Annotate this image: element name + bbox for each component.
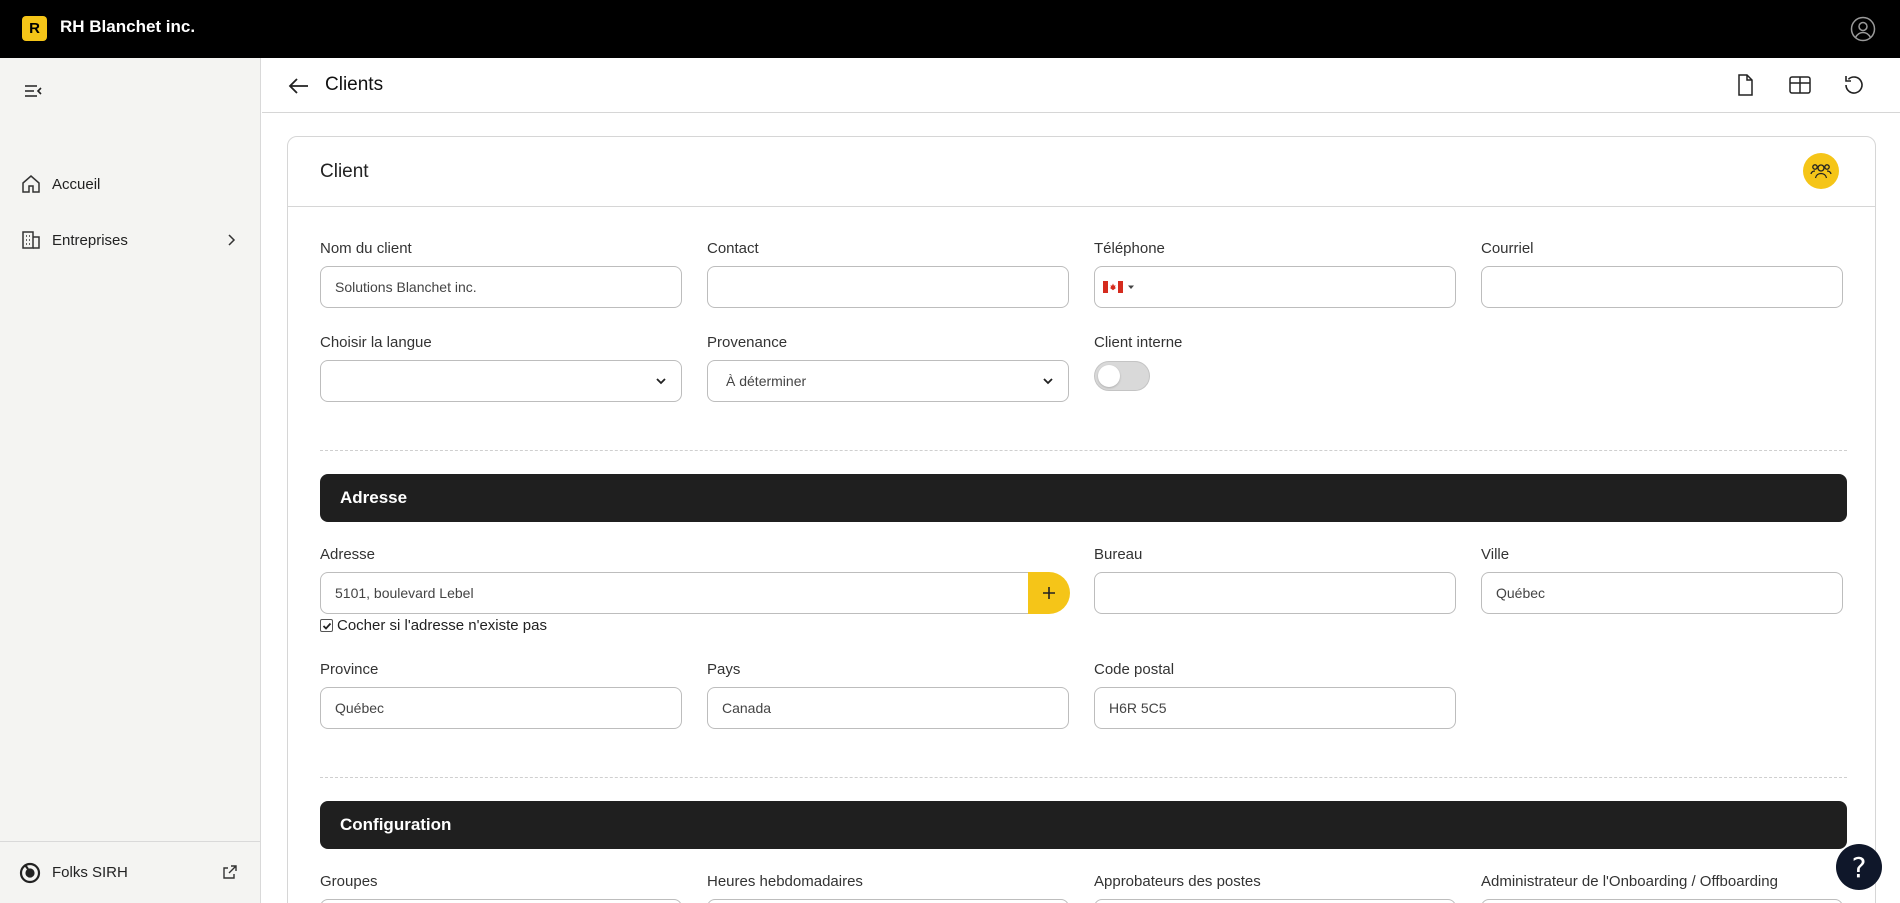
address-input[interactable]: 5101, boulevard Lebel bbox=[320, 572, 1029, 614]
client-card: Client Nom du client Solutions Blanchet … bbox=[287, 136, 1876, 903]
email-input[interactable] bbox=[1481, 266, 1843, 308]
user-account-icon[interactable] bbox=[1850, 16, 1876, 42]
caret-down-icon bbox=[1128, 285, 1134, 289]
city-label: Ville bbox=[1481, 546, 1510, 563]
sidebar-footer[interactable]: Folks SIRH bbox=[0, 841, 260, 903]
users-group-icon bbox=[1810, 164, 1832, 179]
source-select[interactable]: À déterminer bbox=[707, 360, 1069, 402]
no-address-checkbox-label: Cocher si l'adresse n'existe pas bbox=[337, 617, 547, 634]
chevron-right-icon bbox=[228, 234, 236, 246]
no-address-checkbox-row[interactable]: Cocher si l'adresse n'existe pas bbox=[320, 617, 547, 634]
onboarding-admin-input[interactable] bbox=[1481, 899, 1843, 903]
toggle-knob bbox=[1098, 365, 1120, 387]
company-name: RH Blanchet inc. bbox=[60, 17, 196, 36]
top-bar: R RH Blanchet inc. bbox=[0, 0, 1900, 58]
country-flag-selector[interactable] bbox=[1103, 281, 1135, 293]
groups-label: Groupes bbox=[320, 873, 378, 890]
approvers-input[interactable] bbox=[1094, 899, 1456, 903]
internal-client-label: Client interne bbox=[1094, 334, 1183, 351]
chevron-down-icon bbox=[1043, 378, 1053, 385]
configuration-section-header: Configuration bbox=[320, 801, 1847, 849]
province-label: Province bbox=[320, 661, 379, 678]
address-section-header: Adresse bbox=[320, 474, 1847, 522]
configuration-section-title: Configuration bbox=[340, 815, 452, 834]
group-badge bbox=[1803, 153, 1839, 189]
checkmark-icon bbox=[322, 622, 331, 630]
plus-icon bbox=[1043, 587, 1055, 599]
postal-code-label: Code postal bbox=[1094, 661, 1175, 678]
refresh-icon[interactable] bbox=[1841, 72, 1867, 98]
internal-client-toggle[interactable] bbox=[1094, 361, 1150, 391]
onboarding-admin-label: Administrateur de l'Onboarding / Offboar… bbox=[1481, 873, 1778, 890]
source-label: Provenance bbox=[707, 334, 788, 351]
phone-input[interactable] bbox=[1094, 266, 1456, 308]
sidebar-item-accueil[interactable]: Accueil bbox=[0, 164, 260, 204]
page-header: Clients bbox=[262, 58, 1900, 113]
weekly-hours-label: Heures hebdomadaires bbox=[707, 873, 863, 890]
approvers-label: Approbateurs des postes bbox=[1094, 873, 1261, 890]
email-label: Courriel bbox=[1481, 240, 1534, 257]
address-section-title: Adresse bbox=[340, 488, 408, 507]
folks-sirh-link: Folks SIRH bbox=[52, 864, 128, 881]
folks-logo-icon bbox=[19, 862, 41, 884]
language-select[interactable] bbox=[320, 360, 682, 402]
main-content: Client Nom du client Solutions Blanchet … bbox=[262, 114, 1900, 903]
building-icon bbox=[22, 231, 40, 249]
external-link-icon[interactable] bbox=[222, 864, 238, 880]
card-title: Client bbox=[320, 161, 369, 182]
collapse-sidebar-icon[interactable] bbox=[22, 80, 44, 102]
chevron-down-icon bbox=[656, 378, 666, 385]
client-name-input[interactable]: Solutions Blanchet inc. bbox=[320, 266, 682, 308]
no-address-checkbox[interactable] bbox=[320, 619, 333, 632]
address-label: Adresse bbox=[320, 546, 376, 563]
groups-input[interactable] bbox=[320, 899, 682, 903]
postal-code-input[interactable]: H6R 5C5 bbox=[1094, 687, 1456, 729]
sidebar-item-label: Entreprises bbox=[52, 231, 128, 249]
office-input[interactable] bbox=[1094, 572, 1456, 614]
sidebar-item-label: Accueil bbox=[52, 175, 101, 193]
help-button[interactable]: ? bbox=[1836, 844, 1882, 890]
sidebar: Accueil Entreprises Folks SIRH bbox=[0, 58, 261, 903]
city-input[interactable]: Québec bbox=[1481, 572, 1843, 614]
country-input[interactable]: Canada bbox=[707, 687, 1069, 729]
office-label: Bureau bbox=[1094, 546, 1143, 563]
province-input[interactable]: Québec bbox=[320, 687, 682, 729]
back-arrow-icon[interactable] bbox=[286, 73, 312, 99]
weekly-hours-input[interactable] bbox=[707, 899, 1069, 903]
contact-input[interactable] bbox=[707, 266, 1069, 308]
company-logo: R bbox=[22, 16, 47, 41]
client-name-label: Nom du client bbox=[320, 240, 412, 257]
card-header: Client bbox=[288, 137, 1875, 207]
page-title: Clients bbox=[325, 74, 384, 95]
home-icon bbox=[22, 175, 40, 193]
country-label: Pays bbox=[707, 661, 741, 678]
section-divider bbox=[320, 450, 1847, 451]
document-icon[interactable] bbox=[1732, 72, 1758, 98]
canada-flag-icon bbox=[1103, 281, 1123, 293]
language-label: Choisir la langue bbox=[320, 334, 432, 351]
table-view-icon[interactable] bbox=[1787, 72, 1813, 98]
sidebar-item-entreprises[interactable]: Entreprises bbox=[0, 220, 260, 260]
source-select-value: À déterminer bbox=[726, 373, 807, 389]
section-divider bbox=[320, 777, 1847, 778]
phone-label: Téléphone bbox=[1094, 240, 1165, 257]
contact-label: Contact bbox=[707, 240, 759, 257]
add-address-button[interactable] bbox=[1028, 572, 1070, 614]
